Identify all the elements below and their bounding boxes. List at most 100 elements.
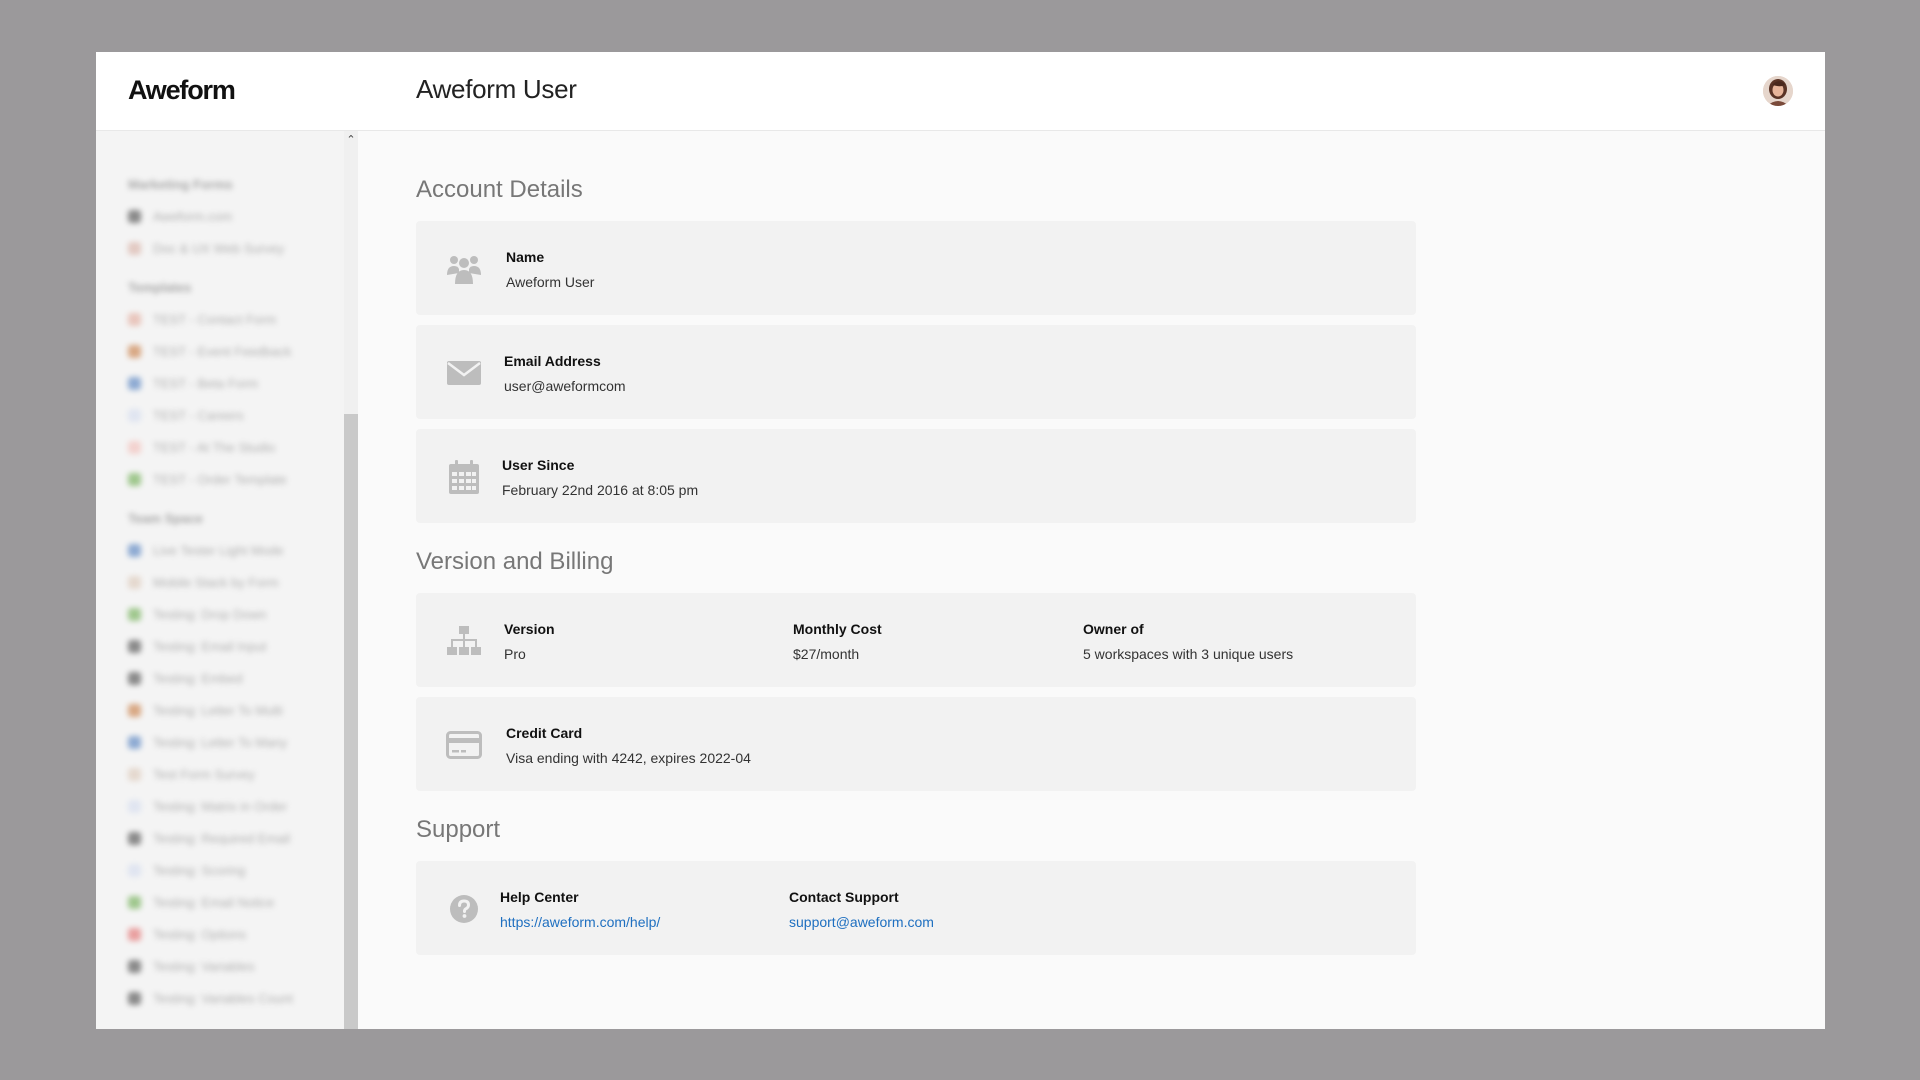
sidebar-item-label: TEST - Beta Form <box>153 375 259 391</box>
sidebar-item[interactable]: Mobile Stack by Form <box>96 566 344 598</box>
section-title-billing: Version and Billing <box>416 548 614 575</box>
form-color-icon <box>128 863 141 877</box>
form-color-icon <box>128 639 141 653</box>
sidebar-item[interactable]: Testing: Embed <box>96 662 344 694</box>
sidebar-item[interactable]: Testing: Drop Down <box>96 598 344 630</box>
sidebar-item[interactable]: Testing: Variables <box>96 950 344 982</box>
credit-card-field: Credit Card Visa ending with 4242, expir… <box>506 725 751 766</box>
form-color-icon <box>128 831 141 845</box>
form-color-icon <box>128 575 141 589</box>
section-title-support: Support <box>416 816 501 843</box>
form-color-icon <box>128 895 141 909</box>
sidebar-item-label: Testing: Letter To Multi <box>153 702 283 718</box>
form-color-icon <box>128 959 141 973</box>
sidebar-item[interactable]: TEST - Contact Form <box>96 303 344 335</box>
sidebar-item[interactable]: Testing: Email Notice <box>96 886 344 918</box>
sidebar-item-label: TEST - Careers <box>153 407 244 423</box>
sidebar-item[interactable]: TEST - Careers <box>96 399 344 431</box>
form-color-icon <box>128 344 141 358</box>
sidebar-scroll-thumb[interactable] <box>344 414 358 1029</box>
form-color-icon <box>128 241 141 255</box>
sidebar-item[interactable]: Testing: Email Input <box>96 630 344 662</box>
sidebar-item-label: TEST - Event Feedback <box>153 343 292 359</box>
user-since-field: User Since February 22nd 2016 at 8:05 pm <box>502 457 698 498</box>
credit-card-card: Credit Card Visa ending with 4242, expir… <box>416 697 1416 791</box>
sidebar-item-label: Aweform.com <box>153 208 233 224</box>
user-since-value: February 22nd 2016 at 8:05 pm <box>502 482 699 498</box>
sidebar-item[interactable]: Test Form Survey <box>96 758 344 790</box>
help-center-field: Help Center https://aweform.com/help/ <box>500 889 660 930</box>
sidebar-item-label: Testing: Embed <box>153 670 243 686</box>
version-value: Pro <box>504 646 526 662</box>
section-title-account: Account Details <box>416 176 583 203</box>
sidebar-item[interactable]: Live Tester Light Mode <box>96 534 344 566</box>
form-color-icon <box>128 607 141 621</box>
name-value: Aweform User <box>506 274 595 290</box>
form-color-icon <box>128 312 141 326</box>
sidebar-item-label: TEST - Contact Form <box>153 311 277 327</box>
sidebar-item[interactable]: Aweform.com <box>96 200 344 232</box>
sidebar-item[interactable]: Doc & UX Web Survey <box>96 232 344 264</box>
form-color-icon <box>128 408 141 422</box>
user-since-label: User Since <box>502 457 575 473</box>
sidebar-item[interactable]: TEST - Beta Form <box>96 367 344 399</box>
name-card: Name Aweform User <box>416 221 1416 315</box>
credit-card-label: Credit Card <box>506 725 583 741</box>
avatar[interactable] <box>1763 76 1793 106</box>
sidebar-item[interactable]: Testing: Matrix in Order <box>96 790 344 822</box>
sidebar-item[interactable]: Testing: Required Email <box>96 822 344 854</box>
app-logo[interactable]: Aweform <box>128 75 236 106</box>
top-bar: Aweform Aweform User <box>96 52 1825 131</box>
version-card: Version Pro Monthly Cost $27/month Owner… <box>416 593 1416 687</box>
sidebar-item-label: Test Form Survey <box>153 766 255 782</box>
form-color-icon <box>128 472 141 486</box>
sidebar-item[interactable]: Testing: Letter To Many <box>96 726 344 758</box>
credit-card-value: Visa ending with 4242, expires 2022-04 <box>506 750 751 766</box>
email-card: Email Address user@aweformcom <box>416 325 1416 419</box>
sitemap-icon <box>446 623 482 659</box>
contact-support-field: Contact Support support@aweform.com <box>789 889 934 930</box>
sidebar-item-label: Testing: Options <box>153 926 247 942</box>
form-color-icon <box>128 991 141 1005</box>
monthly-cost-value: $27/month <box>793 646 860 662</box>
sidebar-item-label: Testing: Drop Down <box>153 606 267 622</box>
contact-support-label: Contact Support <box>789 889 899 905</box>
sidebar: Marketing Forms Aweform.com Doc & UX Web S… <box>96 131 344 1029</box>
monthly-cost-label: Monthly Cost <box>793 621 882 637</box>
sidebar-item-label: Testing: Scoring <box>153 862 246 878</box>
calendar-icon <box>446 459 482 495</box>
support-card: Help Center https://aweform.com/help/ Co… <box>416 861 1416 955</box>
sidebar-item[interactable]: Testing: Variables Count <box>96 982 344 1014</box>
owner-field: Owner of 5 workspaces with 3 unique user… <box>1083 621 1293 662</box>
owner-label: Owner of <box>1083 621 1144 637</box>
sidebar-item-label: TEST - Order Template <box>153 471 287 487</box>
email-field: Email Address user@aweformcom <box>504 353 626 394</box>
user-since-card: User Since February 22nd 2016 at 8:05 pm <box>416 429 1416 523</box>
form-color-icon <box>128 767 141 781</box>
scroll-up-icon[interactable]: ⌃ <box>344 134 358 146</box>
sidebar-item[interactable]: Testing: Scoring <box>96 854 344 886</box>
help-center-link[interactable]: https://aweform.com/help/ <box>500 914 660 930</box>
name-field: Name Aweform User <box>506 249 594 290</box>
sidebar-item[interactable]: TEST - At The Studio <box>96 431 344 463</box>
sidebar-item-label: Testing: Email Input <box>153 638 267 654</box>
sidebar-item[interactable]: Testing: Letter To Multi <box>96 694 344 726</box>
page-title: Aweform User <box>416 74 577 104</box>
version-label: Version <box>504 621 555 637</box>
credit-card-icon <box>446 727 482 763</box>
version-field: Version Pro <box>504 621 555 662</box>
sidebar-item-label: Testing: Variables Count <box>153 990 293 1006</box>
sidebar-item[interactable]: TEST - Event Feedback <box>96 335 344 367</box>
email-label: Email Address <box>504 353 601 369</box>
contact-support-link[interactable]: support@aweform.com <box>789 914 934 930</box>
sidebar-item[interactable]: TEST - Order Template <box>96 463 344 495</box>
sidebar-group-heading: Marketing Forms <box>128 177 233 192</box>
sidebar-item[interactable]: Testing: Options <box>96 918 344 950</box>
sidebar-item-label: Testing: Email Notice <box>153 894 275 910</box>
help-center-label: Help Center <box>500 889 579 905</box>
sidebar-list: Marketing Forms Aweform.com Doc & UX Web S… <box>96 131 344 1014</box>
app-window: Aweform Aweform User Marketing Forms Awef… <box>96 52 1825 1029</box>
sidebar-item-label: Testing: Required Email <box>153 830 291 846</box>
owner-value: 5 workspaces with 3 unique users <box>1083 646 1294 662</box>
sidebar-item-label: Testing: Matrix in Order <box>153 798 288 814</box>
